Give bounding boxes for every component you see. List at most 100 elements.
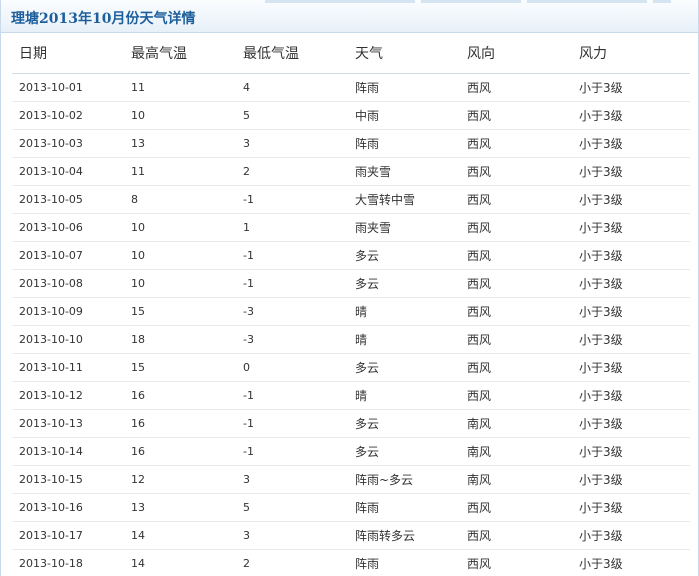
cell-wind-force: 小于3级 — [572, 101, 690, 130]
cell-date: 2013-10-04 — [12, 157, 124, 186]
cell-wind-direction: 西风 — [460, 493, 572, 522]
cell-wind-force: 小于3级 — [572, 297, 690, 326]
cell-low-temp: 4 — [236, 73, 348, 102]
cell-high-temp: 10 — [124, 213, 236, 242]
cell-date: 2013-10-01 — [12, 73, 124, 102]
cell-high-temp: 11 — [124, 157, 236, 186]
cell-date: 2013-10-16 — [12, 493, 124, 522]
cell-weather: 晴 — [348, 325, 460, 354]
table-row: 2013-10-03 13 3 阵雨 西风 小于3级 — [12, 129, 690, 158]
table-row: 2013-10-07 10 -1 多云 西风 小于3级 — [12, 241, 690, 270]
cell-wind-force: 小于3级 — [572, 73, 690, 102]
cell-high-temp: 13 — [124, 493, 236, 522]
cell-wind-force: 小于3级 — [572, 129, 690, 158]
cell-weather: 多云 — [348, 269, 460, 298]
cell-weather: 多云 — [348, 437, 460, 466]
cell-low-temp: -3 — [236, 297, 348, 326]
cell-wind-force: 小于3级 — [572, 269, 690, 298]
cell-low-temp: -1 — [236, 437, 348, 466]
column-header-low-temp: 最低气温 — [236, 33, 348, 74]
cell-weather: 雨夹雪 — [348, 157, 460, 186]
cell-wind-direction: 西风 — [460, 381, 572, 410]
cell-high-temp: 13 — [124, 129, 236, 158]
cell-weather: 阵雨 — [348, 493, 460, 522]
table-row: 2013-10-15 12 3 阵雨~多云 南风 小于3级 — [12, 465, 690, 494]
cell-low-temp: 0 — [236, 353, 348, 382]
cell-date: 2013-10-09 — [12, 297, 124, 326]
cell-wind-direction: 南风 — [460, 465, 572, 494]
table-row: 2013-10-10 18 -3 晴西风 小于3级 — [12, 325, 690, 354]
cell-date: 2013-10-13 — [12, 409, 124, 438]
cell-low-temp: 3 — [236, 521, 348, 550]
cell-wind-force: 小于3级 — [572, 157, 690, 186]
cell-high-temp: 15 — [124, 353, 236, 382]
cell-high-temp: 18 — [124, 325, 236, 354]
cell-weather: 中雨 — [348, 101, 460, 130]
cell-low-temp: 1 — [236, 213, 348, 242]
cell-high-temp: 14 — [124, 521, 236, 550]
cell-wind-direction: 西风 — [460, 297, 572, 326]
cell-high-temp: 16 — [124, 437, 236, 466]
cell-wind-force: 小于3级 — [572, 241, 690, 270]
header-decoration — [653, 0, 671, 3]
table-row: 2013-10-04 11 2 雨夹雪 西风 小于3级 — [12, 157, 690, 186]
cell-wind-direction: 西风 — [460, 353, 572, 382]
cell-weather: 阵雨 — [348, 73, 460, 102]
cell-wind-force: 小于3级 — [572, 213, 690, 242]
cell-high-temp: 15 — [124, 297, 236, 326]
cell-wind-direction: 西风 — [460, 129, 572, 158]
table-row: 2013-10-02 10 5 中雨 西风 小于3级 — [12, 101, 690, 130]
column-header-high-temp: 最高气温 — [124, 33, 236, 74]
cell-wind-direction: 西风 — [460, 185, 572, 214]
header-decoration — [265, 0, 415, 3]
cell-date: 2013-10-18 — [12, 549, 124, 576]
table-row: 2013-10-13 16 -1 多云 南风 小于3级 — [12, 409, 690, 438]
cell-wind-direction: 西风 — [460, 101, 572, 130]
cell-low-temp: -3 — [236, 325, 348, 354]
cell-wind-direction: 西风 — [460, 213, 572, 242]
cell-weather: 阵雨 — [348, 129, 460, 158]
cell-low-temp: -1 — [236, 381, 348, 410]
cell-high-temp: 10 — [124, 269, 236, 298]
table-row: 2013-10-17 14 3 阵雨转多云 西风 小于3级 — [12, 521, 690, 550]
cell-low-temp: 5 — [236, 493, 348, 522]
table-body: 2013-10-01 11 4 阵雨 西风 小于3级 2013-10-02 10 5 中雨 西风 小于… — [12, 73, 690, 576]
table-row: 2013-10-11 15 0 多云 西风 小于3级 — [12, 353, 690, 382]
cell-date: 2013-10-11 — [12, 353, 124, 382]
cell-weather: 大雪转中雪 — [348, 185, 460, 214]
cell-weather: 多云 — [348, 409, 460, 438]
cell-low-temp: -1 — [236, 241, 348, 270]
cell-date: 2013-10-15 — [12, 465, 124, 494]
header-decoration — [421, 0, 521, 3]
table-row: 2013-10-06 10 1 雨夹雪 西风 小于3级 — [12, 213, 690, 242]
cell-low-temp: -1 — [236, 185, 348, 214]
cell-date: 2013-10-07 — [12, 241, 124, 270]
cell-date: 2013-10-12 — [12, 381, 124, 410]
table-header-row: 日期 最高气温 最低气温 天气 风向 风力 — [12, 33, 690, 74]
panel-header: 理塘2013年10月份天气详情 — [1, 0, 698, 33]
header-decoration — [527, 0, 647, 3]
weather-table: 日期 最高气温 最低气温 天气 风向 风力 2013-10-01 11 4 阵雨 西风小… — [12, 33, 690, 576]
cell-date: 2013-10-02 — [12, 101, 124, 130]
table-row: 2013-10-16 13 5 阵雨 西风 小于3级 — [12, 493, 690, 522]
table-row: 2013-10-05 8 -1 大雪转中雪 西风 小于3级 — [12, 185, 690, 214]
cell-date: 2013-10-05 — [12, 185, 124, 214]
cell-weather: 阵雨转多云 — [348, 521, 460, 550]
cell-weather: 多云 — [348, 241, 460, 270]
cell-low-temp: 5 — [236, 101, 348, 130]
cell-high-temp: 10 — [124, 101, 236, 130]
panel-title: 理塘2013年10月份天气详情 — [11, 11, 196, 27]
cell-weather: 雨夹雪 — [348, 213, 460, 242]
cell-high-temp: 10 — [124, 241, 236, 270]
cell-high-temp: 12 — [124, 465, 236, 494]
cell-weather: 阵雨~多云 — [348, 465, 460, 494]
weather-detail-panel: 理塘2013年10月份天气详情 日期 最高气温 最低气温 天气 风向 风力 20… — [0, 0, 699, 576]
table-row: 2013-10-14 16 -1 多云 南风 小于3级 — [12, 437, 690, 466]
weather-table-container: 日期 最高气温 最低气温 天气 风向 风力 2013-10-01 11 4 阵雨 西风小… — [12, 33, 690, 576]
cell-wind-direction: 南风 — [460, 437, 572, 466]
cell-high-temp: 14 — [124, 549, 236, 576]
table-row: 2013-10-12 16 -1 晴西风 小于3级 — [12, 381, 690, 410]
table-row: 2013-10-01 11 4 阵雨 西风 小于3级 — [12, 73, 690, 102]
cell-wind-direction: 西风 — [460, 521, 572, 550]
cell-weather: 多云 — [348, 353, 460, 382]
